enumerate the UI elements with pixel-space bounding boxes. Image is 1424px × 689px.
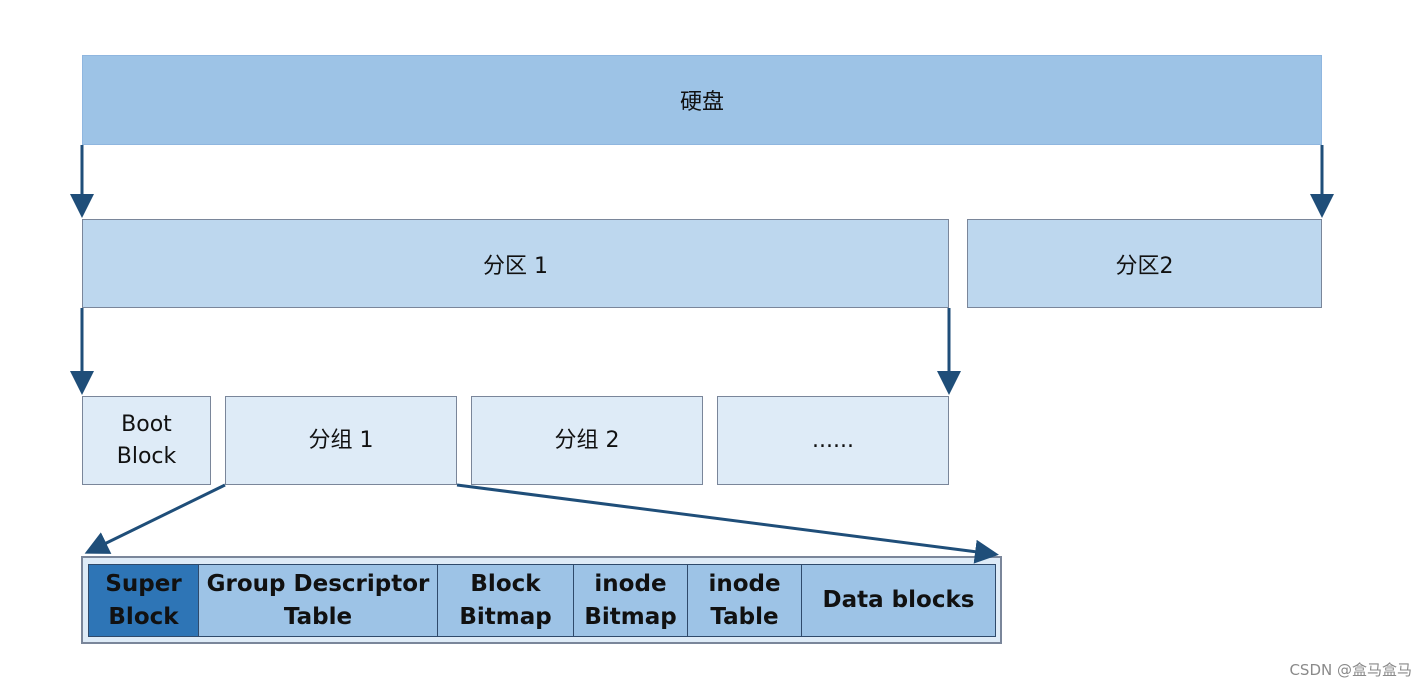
watermark: CSDN @盒马盒马 [1289,661,1412,679]
arrow-group-to-detail-left [84,483,226,554]
arrow-group-to-detail-right [456,483,999,564]
connector-arrows [70,145,1334,564]
